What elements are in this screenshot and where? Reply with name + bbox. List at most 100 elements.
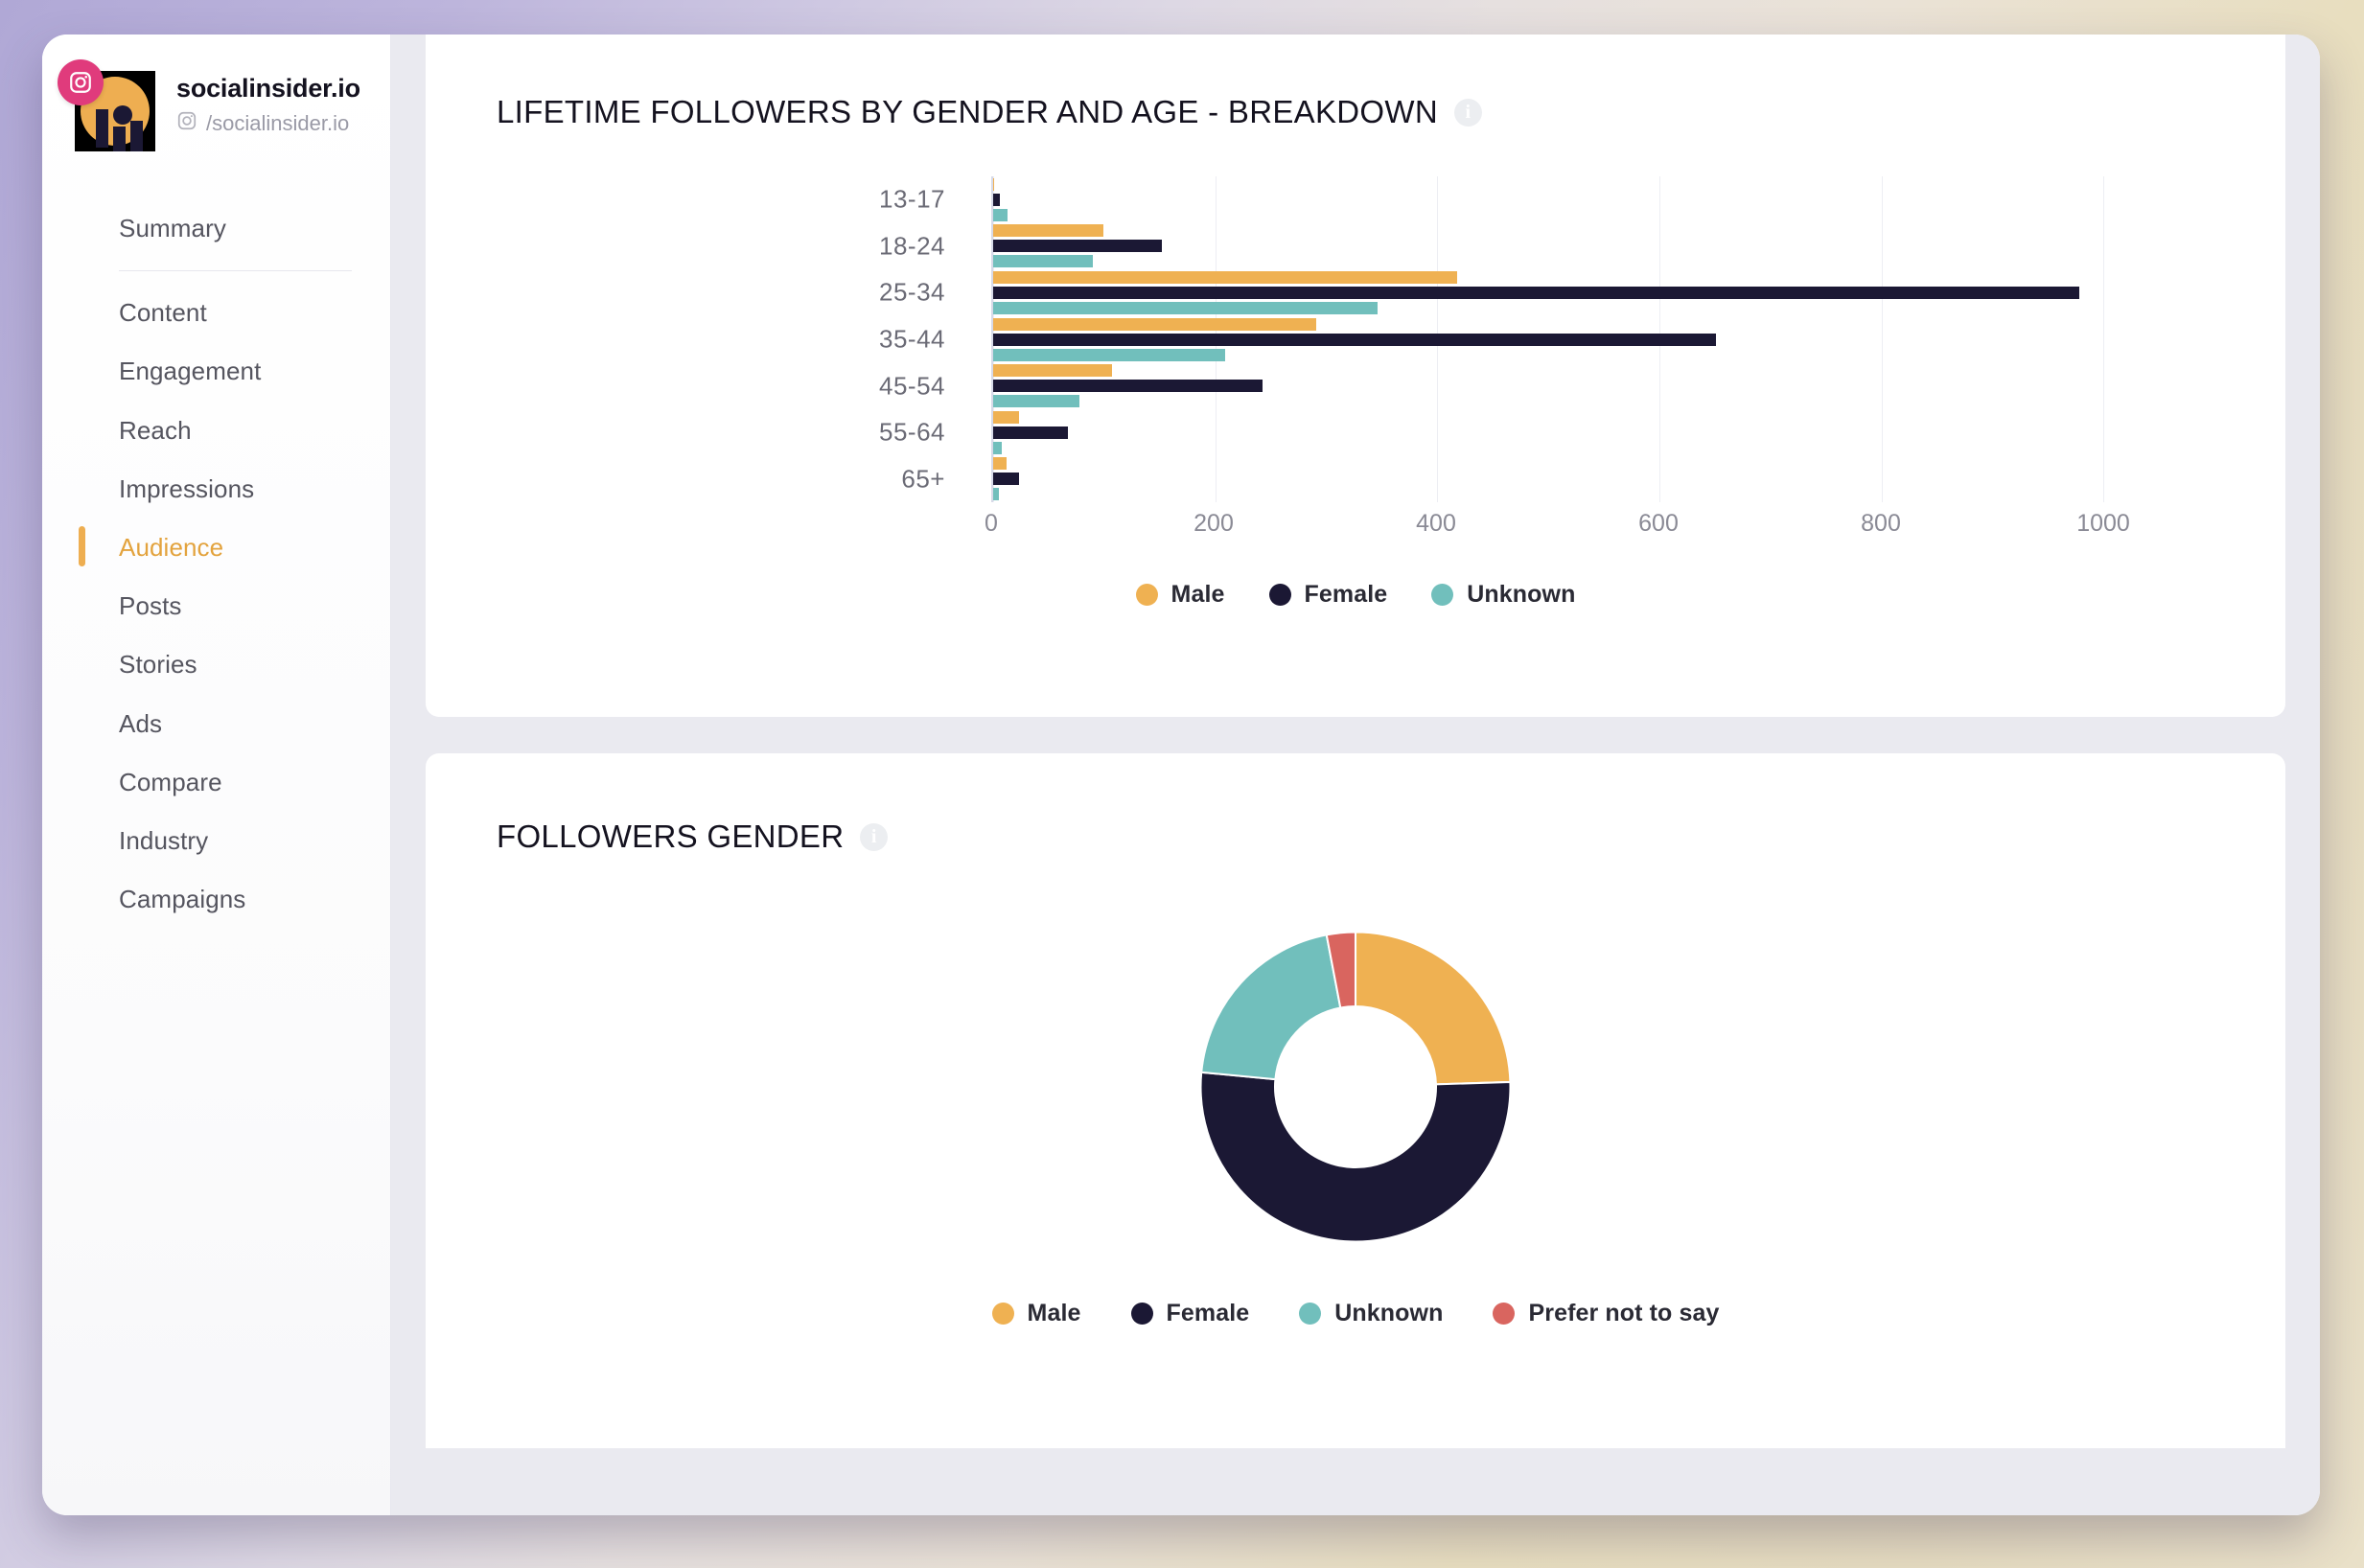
- sidebar-item-reach[interactable]: Reach: [42, 402, 390, 460]
- legend-label: Unknown: [1334, 1300, 1444, 1326]
- sidebar-item-impressions[interactable]: Impressions: [42, 460, 390, 519]
- gridline: [1881, 176, 1883, 502]
- avatar-shape-3: [130, 121, 143, 151]
- sidebar-item-label: Audience: [119, 532, 224, 562]
- sidebar-item-engagement[interactable]: Engagement: [42, 342, 390, 401]
- sidebar-item-industry[interactable]: Industry: [42, 812, 390, 870]
- donut-slice-male[interactable]: [1354, 931, 1512, 1086]
- legend-swatch-icon: [1431, 584, 1454, 606]
- bar-male-13-17[interactable]: [993, 177, 995, 191]
- sidebar-item-content[interactable]: Content: [42, 284, 390, 342]
- sidebar-item-stories[interactable]: Stories: [42, 635, 390, 694]
- y-axis-tick-label: 55-64: [879, 417, 945, 447]
- donut-slice-unknown[interactable]: [1200, 934, 1342, 1081]
- bar-male-45-54[interactable]: [993, 364, 1112, 378]
- bar-female-55-64[interactable]: [993, 426, 1068, 439]
- donut-slice-female[interactable]: [1199, 1071, 1512, 1243]
- legend-label: Unknown: [1467, 581, 1576, 608]
- legend-swatch-icon: [1268, 584, 1291, 606]
- bar-female-13-17[interactable]: [993, 193, 1000, 206]
- card-followers-breakdown: LIFETIME FOLLOWERS BY GENDER AND AGE - B…: [426, 35, 2285, 717]
- instagram-icon: [176, 110, 197, 137]
- sidebar-item-label: Compare: [119, 767, 222, 796]
- sidebar-item-posts[interactable]: Posts: [42, 577, 390, 635]
- bar-chart-x-axis: 0 200 400 600 800 1000: [985, 510, 2214, 548]
- bar-male-35-44[interactable]: [993, 317, 1317, 331]
- sidebar-item-label: Summary: [119, 214, 226, 242]
- sidebar-item-campaigns[interactable]: Campaigns: [42, 870, 390, 929]
- avatar-shape-1: [96, 109, 108, 148]
- page-title: LIFETIME FOLLOWERS BY GENDER AND AGE - B…: [497, 94, 1438, 129]
- sidebar-item-label: Engagement: [119, 357, 262, 386]
- donut-svg: [1199, 931, 1512, 1243]
- bar-male-25-34[interactable]: [993, 270, 1458, 284]
- y-axis-tick-label: 13-17: [879, 184, 945, 214]
- donut-chart: Male Female Unknown Prefer not to say: [426, 924, 2285, 1327]
- card-followers-gender: FOLLOWERS GENDER i Male Female Unknown Pref…: [426, 753, 2285, 1448]
- legend-label: Female: [1166, 1300, 1250, 1326]
- legend-item-female[interactable]: Female: [1268, 581, 1388, 609]
- sidebar-item-label: Industry: [119, 825, 209, 855]
- bar-unknown-55-64[interactable]: [993, 441, 1003, 454]
- bar-female-65+[interactable]: [993, 473, 1019, 486]
- sidebar-item-audience[interactable]: Audience: [42, 519, 390, 577]
- profile-header[interactable]: socialinsider.io /socialinsider.io: [42, 35, 390, 157]
- main-content: LIFETIME FOLLOWERS BY GENDER AND AGE - B…: [391, 35, 2320, 1515]
- gender-title-row: FOLLOWERS GENDER i: [426, 753, 2285, 855]
- legend-item-unknown[interactable]: Unknown: [1431, 581, 1575, 609]
- x-axis-tick-label: 200: [1194, 510, 1234, 537]
- bar-female-35-44[interactable]: [993, 333, 1716, 346]
- bar-male-65+[interactable]: [993, 457, 1007, 471]
- y-axis-tick-label: 65+: [901, 464, 945, 494]
- breakdown-title-row: LIFETIME FOLLOWERS BY GENDER AND AGE - B…: [426, 35, 2285, 130]
- bar-female-25-34[interactable]: [993, 286, 2079, 299]
- x-axis-tick-label: 600: [1638, 510, 1679, 537]
- bar-male-55-64[interactable]: [993, 410, 1019, 424]
- bar-male-18-24[interactable]: [993, 224, 1103, 238]
- instagram-badge-icon: [58, 59, 104, 105]
- sidebar-item-summary[interactable]: Summary: [42, 199, 390, 258]
- sidebar-item-label: Stories: [119, 650, 197, 680]
- avatar-shape-dot: [113, 105, 132, 125]
- x-axis-tick-label: 1000: [2076, 510, 2130, 537]
- bar-female-18-24[interactable]: [993, 240, 1163, 253]
- profile-handle-text: /socialinsider.io: [206, 110, 350, 135]
- profile-name: socialinsider.io: [176, 74, 360, 103]
- bar-unknown-65+[interactable]: [993, 488, 999, 501]
- y-axis-tick-label: 45-54: [879, 371, 945, 401]
- legend-item-prefer-not-to-say[interactable]: Prefer not to say: [1493, 1300, 1719, 1327]
- y-axis-tick-label: 18-24: [879, 231, 945, 261]
- bar-unknown-35-44[interactable]: [993, 348, 1226, 361]
- legend-label: Male: [1170, 581, 1225, 608]
- bar-female-45-54[interactable]: [993, 380, 1263, 393]
- sidebar-item-label: Campaigns: [119, 885, 246, 914]
- legend-swatch-icon: [991, 1303, 1014, 1325]
- info-icon[interactable]: i: [860, 822, 889, 851]
- sidebar-item-label: Posts: [119, 591, 182, 621]
- bar-unknown-25-34[interactable]: [993, 301, 1378, 314]
- avatar-shape-2: [113, 127, 126, 151]
- x-axis-tick-label: 0: [985, 510, 998, 537]
- avatar-wrapper: [58, 59, 155, 151]
- info-icon[interactable]: i: [1453, 98, 1482, 127]
- legend-swatch-icon: [1493, 1303, 1516, 1325]
- y-axis-tick-label: 35-44: [879, 324, 945, 354]
- sidebar-divider: [119, 270, 352, 272]
- legend-item-male[interactable]: Male: [1135, 581, 1225, 609]
- bar-unknown-13-17[interactable]: [993, 208, 1008, 221]
- legend-item-female[interactable]: Female: [1130, 1300, 1250, 1327]
- app-window: socialinsider.io /socialinsider.io Summa…: [42, 35, 2320, 1515]
- legend-label: Prefer not to say: [1528, 1300, 1720, 1326]
- bar-chart: 13-17 18-24 25-34 35-44 45-54 55-64 65+ 0 200 40…: [426, 176, 2285, 560]
- sidebar-item-compare[interactable]: Compare: [42, 753, 390, 812]
- bar-chart-legend: Male Female Unknown: [426, 581, 2285, 609]
- bar-chart-inner: 13-17 18-24 25-34 35-44 45-54 55-64 65+: [426, 176, 2285, 502]
- profile-handle-row: /socialinsider.io: [176, 110, 360, 137]
- legend-item-male[interactable]: Male: [991, 1300, 1081, 1327]
- legend-item-unknown[interactable]: Unknown: [1299, 1300, 1443, 1327]
- sidebar-item-label: Ads: [119, 708, 163, 738]
- sidebar-item-label: Content: [119, 298, 207, 328]
- bar-unknown-18-24[interactable]: [993, 255, 1094, 268]
- bar-unknown-45-54[interactable]: [993, 395, 1080, 408]
- sidebar-item-ads[interactable]: Ads: [42, 695, 390, 753]
